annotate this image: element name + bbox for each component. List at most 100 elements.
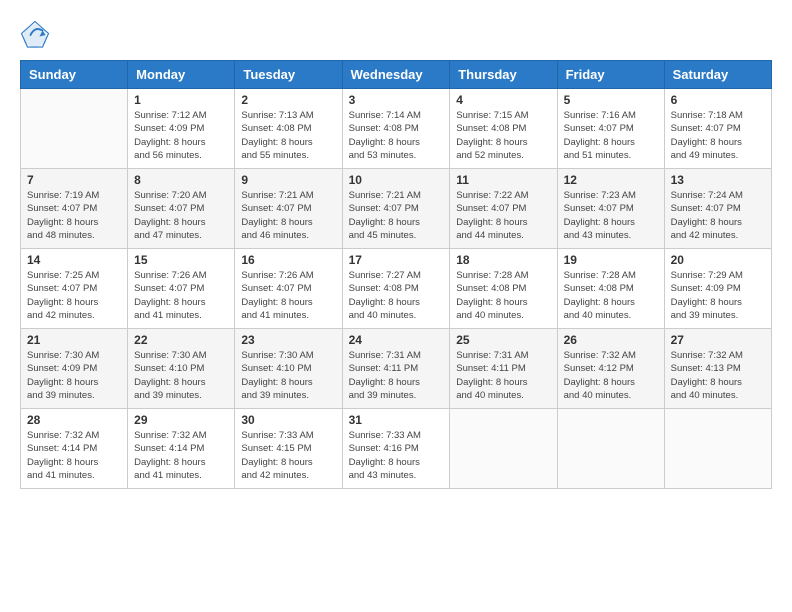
day-number: 16 bbox=[241, 253, 335, 267]
day-cell bbox=[450, 409, 557, 489]
day-info: Sunrise: 7:27 AM Sunset: 4:08 PM Dayligh… bbox=[349, 269, 444, 322]
day-number: 25 bbox=[456, 333, 550, 347]
day-info: Sunrise: 7:32 AM Sunset: 4:14 PM Dayligh… bbox=[134, 429, 228, 482]
day-info: Sunrise: 7:25 AM Sunset: 4:07 PM Dayligh… bbox=[27, 269, 121, 322]
day-info: Sunrise: 7:31 AM Sunset: 4:11 PM Dayligh… bbox=[349, 349, 444, 402]
day-info: Sunrise: 7:13 AM Sunset: 4:08 PM Dayligh… bbox=[241, 109, 335, 162]
week-row-3: 14 Sunrise: 7:25 AM Sunset: 4:07 PM Dayli… bbox=[21, 249, 772, 329]
day-number: 12 bbox=[564, 173, 658, 187]
day-number: 8 bbox=[134, 173, 228, 187]
day-number: 1 bbox=[134, 93, 228, 107]
week-row-2: 7 Sunrise: 7:19 AM Sunset: 4:07 PM Daylig… bbox=[21, 169, 772, 249]
day-info: Sunrise: 7:23 AM Sunset: 4:07 PM Dayligh… bbox=[564, 189, 658, 242]
day-info: Sunrise: 7:26 AM Sunset: 4:07 PM Dayligh… bbox=[241, 269, 335, 322]
day-info: Sunrise: 7:19 AM Sunset: 4:07 PM Dayligh… bbox=[27, 189, 121, 242]
day-number: 6 bbox=[671, 93, 765, 107]
day-cell: 3 Sunrise: 7:14 AM Sunset: 4:08 PM Daylig… bbox=[342, 89, 450, 169]
day-cell: 8 Sunrise: 7:20 AM Sunset: 4:07 PM Daylig… bbox=[128, 169, 235, 249]
day-number: 5 bbox=[564, 93, 658, 107]
day-info: Sunrise: 7:29 AM Sunset: 4:09 PM Dayligh… bbox=[671, 269, 765, 322]
day-cell: 9 Sunrise: 7:21 AM Sunset: 4:07 PM Daylig… bbox=[235, 169, 342, 249]
day-info: Sunrise: 7:24 AM Sunset: 4:07 PM Dayligh… bbox=[671, 189, 765, 242]
day-cell: 25 Sunrise: 7:31 AM Sunset: 4:11 PM Dayli… bbox=[450, 329, 557, 409]
day-cell: 10 Sunrise: 7:21 AM Sunset: 4:07 PM Dayli… bbox=[342, 169, 450, 249]
day-number: 22 bbox=[134, 333, 228, 347]
day-cell bbox=[21, 89, 128, 169]
day-number: 18 bbox=[456, 253, 550, 267]
day-cell: 1 Sunrise: 7:12 AM Sunset: 4:09 PM Daylig… bbox=[128, 89, 235, 169]
calendar-header-row: SundayMondayTuesdayWednesdayThursdayFrid… bbox=[21, 61, 772, 89]
header-thursday: Thursday bbox=[450, 61, 557, 89]
day-number: 10 bbox=[349, 173, 444, 187]
day-number: 31 bbox=[349, 413, 444, 427]
day-cell: 2 Sunrise: 7:13 AM Sunset: 4:08 PM Daylig… bbox=[235, 89, 342, 169]
header-wednesday: Wednesday bbox=[342, 61, 450, 89]
day-cell: 22 Sunrise: 7:30 AM Sunset: 4:10 PM Dayli… bbox=[128, 329, 235, 409]
header-tuesday: Tuesday bbox=[235, 61, 342, 89]
day-number: 13 bbox=[671, 173, 765, 187]
day-cell: 21 Sunrise: 7:30 AM Sunset: 4:09 PM Dayli… bbox=[21, 329, 128, 409]
week-row-1: 1 Sunrise: 7:12 AM Sunset: 4:09 PM Daylig… bbox=[21, 89, 772, 169]
day-info: Sunrise: 7:21 AM Sunset: 4:07 PM Dayligh… bbox=[241, 189, 335, 242]
day-cell: 6 Sunrise: 7:18 AM Sunset: 4:07 PM Daylig… bbox=[664, 89, 771, 169]
day-info: Sunrise: 7:28 AM Sunset: 4:08 PM Dayligh… bbox=[456, 269, 550, 322]
day-cell: 12 Sunrise: 7:23 AM Sunset: 4:07 PM Dayli… bbox=[557, 169, 664, 249]
day-number: 14 bbox=[27, 253, 121, 267]
day-info: Sunrise: 7:20 AM Sunset: 4:07 PM Dayligh… bbox=[134, 189, 228, 242]
day-info: Sunrise: 7:30 AM Sunset: 4:10 PM Dayligh… bbox=[134, 349, 228, 402]
logo bbox=[20, 20, 54, 50]
day-info: Sunrise: 7:32 AM Sunset: 4:14 PM Dayligh… bbox=[27, 429, 121, 482]
day-info: Sunrise: 7:18 AM Sunset: 4:07 PM Dayligh… bbox=[671, 109, 765, 162]
day-number: 30 bbox=[241, 413, 335, 427]
day-number: 2 bbox=[241, 93, 335, 107]
day-info: Sunrise: 7:22 AM Sunset: 4:07 PM Dayligh… bbox=[456, 189, 550, 242]
day-number: 17 bbox=[349, 253, 444, 267]
header-monday: Monday bbox=[128, 61, 235, 89]
day-cell: 24Sunrise: 7:31 AM Sunset: 4:11 PM Dayli… bbox=[342, 329, 450, 409]
day-cell: 26 Sunrise: 7:32 AM Sunset: 4:12 PM Dayli… bbox=[557, 329, 664, 409]
day-number: 21 bbox=[27, 333, 121, 347]
day-cell: 14 Sunrise: 7:25 AM Sunset: 4:07 PM Dayli… bbox=[21, 249, 128, 329]
day-info: Sunrise: 7:26 AM Sunset: 4:07 PM Dayligh… bbox=[134, 269, 228, 322]
day-info: Sunrise: 7:28 AM Sunset: 4:08 PM Dayligh… bbox=[564, 269, 658, 322]
day-cell: 11 Sunrise: 7:22 AM Sunset: 4:07 PM Dayli… bbox=[450, 169, 557, 249]
day-number: 26 bbox=[564, 333, 658, 347]
day-info: Sunrise: 7:30 AM Sunset: 4:09 PM Dayligh… bbox=[27, 349, 121, 402]
day-cell: 5Sunrise: 7:16 AM Sunset: 4:07 PM Daylig… bbox=[557, 89, 664, 169]
calendar-table: SundayMondayTuesdayWednesdayThursdayFrid… bbox=[20, 60, 772, 489]
day-cell: 7 Sunrise: 7:19 AM Sunset: 4:07 PM Daylig… bbox=[21, 169, 128, 249]
day-number: 3 bbox=[349, 93, 444, 107]
day-cell: 29Sunrise: 7:32 AM Sunset: 4:14 PM Dayli… bbox=[128, 409, 235, 489]
day-number: 7 bbox=[27, 173, 121, 187]
day-cell: 20 Sunrise: 7:29 AM Sunset: 4:09 PM Dayli… bbox=[664, 249, 771, 329]
day-cell: 16 Sunrise: 7:26 AM Sunset: 4:07 PM Dayli… bbox=[235, 249, 342, 329]
day-cell: 19 Sunrise: 7:28 AM Sunset: 4:08 PM Dayli… bbox=[557, 249, 664, 329]
day-info: Sunrise: 7:31 AM Sunset: 4:11 PM Dayligh… bbox=[456, 349, 550, 402]
day-info: Sunrise: 7:32 AM Sunset: 4:12 PM Dayligh… bbox=[564, 349, 658, 402]
day-info: Sunrise: 7:21 AM Sunset: 4:07 PM Dayligh… bbox=[349, 189, 444, 242]
day-number: 27 bbox=[671, 333, 765, 347]
day-info: Sunrise: 7:33 AM Sunset: 4:16 PM Dayligh… bbox=[349, 429, 444, 482]
day-number: 28 bbox=[27, 413, 121, 427]
day-number: 20 bbox=[671, 253, 765, 267]
day-number: 4 bbox=[456, 93, 550, 107]
page-header bbox=[20, 20, 772, 50]
day-number: 23 bbox=[241, 333, 335, 347]
day-cell: 18 Sunrise: 7:28 AM Sunset: 4:08 PM Dayli… bbox=[450, 249, 557, 329]
day-cell: 28 Sunrise: 7:32 AM Sunset: 4:14 PM Dayli… bbox=[21, 409, 128, 489]
day-cell: 13 Sunrise: 7:24 AM Sunset: 4:07 PM Dayli… bbox=[664, 169, 771, 249]
day-number: 19 bbox=[564, 253, 658, 267]
header-sunday: Sunday bbox=[21, 61, 128, 89]
day-cell: 23 Sunrise: 7:30 AM Sunset: 4:10 PM Dayli… bbox=[235, 329, 342, 409]
day-number: 11 bbox=[456, 173, 550, 187]
day-cell: 4 Sunrise: 7:15 AM Sunset: 4:08 PM Daylig… bbox=[450, 89, 557, 169]
day-info: Sunrise: 7:30 AM Sunset: 4:10 PM Dayligh… bbox=[241, 349, 335, 402]
day-info: Sunrise: 7:14 AM Sunset: 4:08 PM Dayligh… bbox=[349, 109, 444, 162]
week-row-4: 21 Sunrise: 7:30 AM Sunset: 4:09 PM Dayli… bbox=[21, 329, 772, 409]
day-info: Sunrise: 7:12 AM Sunset: 4:09 PM Dayligh… bbox=[134, 109, 228, 162]
day-info: Sunrise: 7:15 AM Sunset: 4:08 PM Dayligh… bbox=[456, 109, 550, 162]
day-cell bbox=[557, 409, 664, 489]
day-info: Sunrise: 7:32 AM Sunset: 4:13 PM Dayligh… bbox=[671, 349, 765, 402]
day-cell: 17 Sunrise: 7:27 AM Sunset: 4:08 PM Dayli… bbox=[342, 249, 450, 329]
day-number: 9 bbox=[241, 173, 335, 187]
